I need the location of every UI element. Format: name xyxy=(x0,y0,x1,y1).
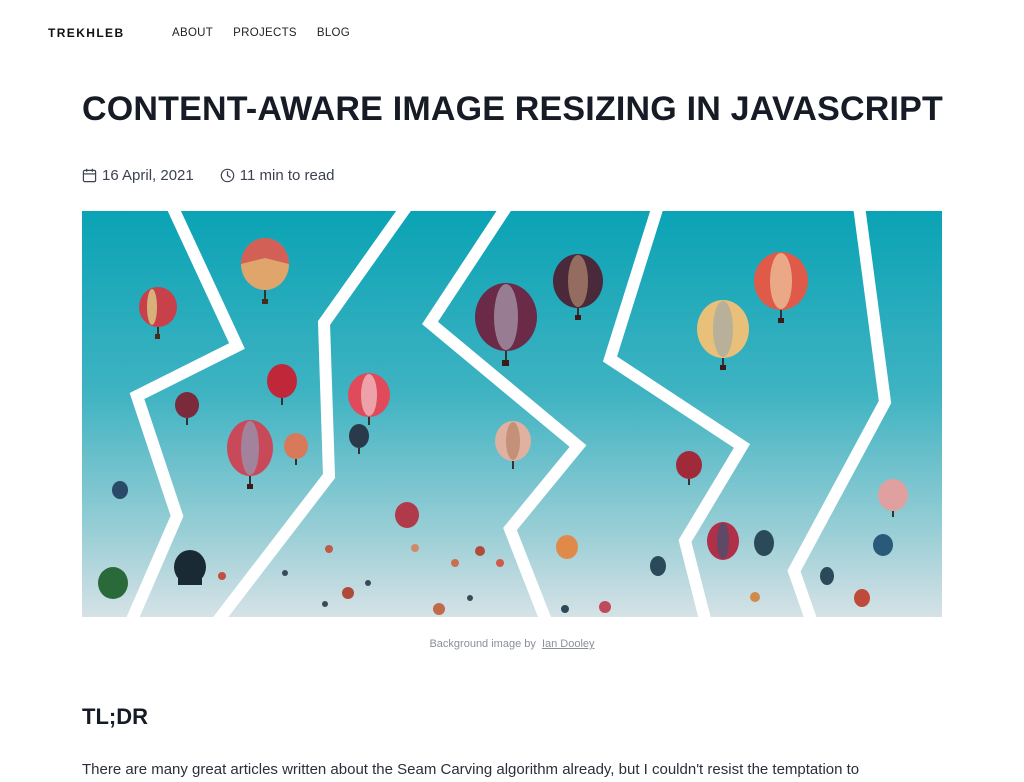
caption-prefix: Background image by xyxy=(429,638,536,650)
site-logo-link[interactable]: TREKHLEB xyxy=(48,26,125,40)
read-time-text: 11 min to read xyxy=(239,167,335,184)
nav-link-projects[interactable]: PROJECTS xyxy=(233,27,297,39)
calendar-icon xyxy=(82,168,97,183)
publish-date: 16 April, 2021 xyxy=(82,167,194,184)
read-time: 11 min to read xyxy=(220,167,335,184)
section-heading: TL;DR xyxy=(82,704,148,729)
image-caption: Background image by Ian Dooley xyxy=(0,638,1024,650)
nav-link-about[interactable]: ABOUT xyxy=(172,27,213,39)
nav-links: ABOUT PROJECTS BLOG xyxy=(172,27,350,39)
clock-icon xyxy=(220,168,235,183)
nav-link-blog[interactable]: BLOG xyxy=(317,27,350,39)
article-title: CONTENT-AWARE IMAGE RESIZING IN JAVASCRI… xyxy=(82,90,943,128)
photographer-link[interactable]: Ian Dooley xyxy=(542,638,595,650)
top-navigation: TREKHLEB ABOUT PROJECTS BLOG xyxy=(0,0,1024,66)
publish-date-text: 16 April, 2021 xyxy=(102,167,194,184)
article-meta: 16 April, 2021 11 min to read xyxy=(82,167,335,184)
hero-image xyxy=(82,211,942,617)
intro-paragraph: There are many great articles written ab… xyxy=(82,761,860,778)
